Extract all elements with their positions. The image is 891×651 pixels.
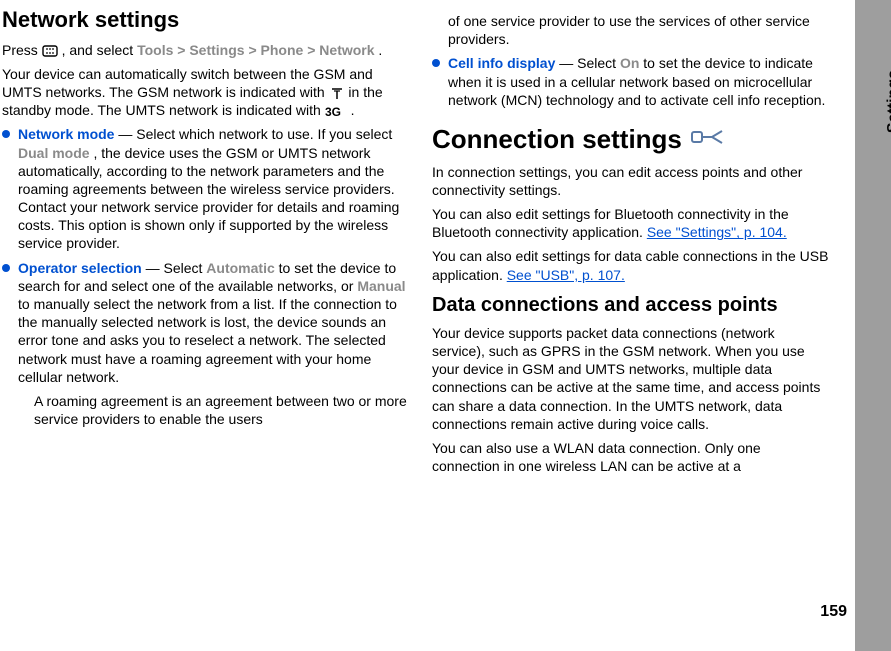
option-manual: Manual bbox=[357, 278, 405, 294]
text: . bbox=[351, 102, 355, 118]
breadcrumb-settings: Settings bbox=[189, 42, 244, 58]
menu-key-icon bbox=[42, 44, 58, 58]
right-column: of one service provider to use the servi… bbox=[420, 0, 840, 651]
packet-data-paragraph: Your device supports packet data connect… bbox=[432, 324, 830, 433]
gsm-umts-paragraph: Your device can automatically switch bet… bbox=[2, 65, 408, 120]
manual-page: Network settings Press , and select Tool… bbox=[0, 0, 891, 651]
connection-intro: In connection settings, you can edit acc… bbox=[432, 163, 830, 199]
bluetooth-paragraph: You can also edit settings for Bluetooth… bbox=[432, 205, 830, 241]
text: — Select which network to use. If you se… bbox=[118, 126, 392, 142]
option-dual-mode: Dual mode bbox=[18, 145, 90, 161]
bullet-network-mode: Network mode — Select which network to u… bbox=[2, 125, 408, 252]
text: — Select bbox=[146, 260, 207, 276]
text: , and select bbox=[62, 42, 138, 58]
navigation-path: Press , and select Tools > Settings > Ph… bbox=[2, 41, 408, 59]
network-settings-heading: Network settings bbox=[2, 6, 408, 35]
option-cell-info-display: Cell info display bbox=[448, 55, 555, 71]
usb-paragraph: You can also edit settings for data cabl… bbox=[432, 247, 830, 283]
bullet-operator-selection: Operator selection — Select Automatic to… bbox=[2, 259, 408, 435]
text: Press bbox=[2, 42, 42, 58]
link-usb-107[interactable]: See "USB", p. 107. bbox=[507, 267, 625, 283]
text: > bbox=[307, 42, 319, 58]
gsm-signal-icon bbox=[329, 86, 345, 100]
option-on: On bbox=[620, 55, 639, 71]
bullet-body: Network mode — Select which network to u… bbox=[18, 125, 408, 252]
left-column: Network settings Press , and select Tool… bbox=[0, 0, 420, 651]
option-automatic: Automatic bbox=[206, 260, 274, 276]
text: > bbox=[177, 42, 189, 58]
text: to manually select the network from a li… bbox=[18, 296, 397, 385]
wlan-paragraph: You can also use a WLAN data connection.… bbox=[432, 439, 830, 475]
text: — Select bbox=[559, 55, 620, 71]
data-connections-heading: Data connections and access points bbox=[432, 292, 830, 318]
breadcrumb-phone: Phone bbox=[261, 42, 304, 58]
sidebar-section-label: Settings bbox=[885, 70, 891, 133]
bullet-cell-info-display: Cell info display — Select On to set the… bbox=[432, 54, 830, 109]
breadcrumb-tools: Tools bbox=[137, 42, 173, 58]
connection-settings-heading: Connection settings bbox=[432, 123, 830, 157]
bullet-icon bbox=[432, 59, 440, 67]
text: Your device can automatically switch bet… bbox=[2, 66, 373, 100]
option-network-mode: Network mode bbox=[18, 126, 114, 142]
bullet-icon bbox=[2, 130, 10, 138]
roaming-paragraph: A roaming agreement is an agreement betw… bbox=[34, 392, 408, 428]
connection-icon bbox=[690, 123, 724, 157]
bullet-icon bbox=[2, 264, 10, 272]
umts-3g-icon: 3G bbox=[325, 104, 347, 118]
roaming-continued: of one service provider to use the servi… bbox=[448, 12, 830, 48]
text: . bbox=[378, 42, 382, 58]
bullet-body: Operator selection — Select Automatic to… bbox=[18, 259, 408, 435]
page-sidebar: Settings bbox=[855, 0, 891, 651]
page-number: 159 bbox=[820, 603, 847, 621]
text: You can also edit settings for data cabl… bbox=[432, 248, 828, 282]
breadcrumb-network: Network bbox=[319, 42, 374, 58]
heading-text: Connection settings bbox=[432, 123, 682, 157]
link-settings-104[interactable]: See "Settings", p. 104. bbox=[647, 224, 787, 240]
bullet-body: Cell info display — Select On to set the… bbox=[448, 54, 830, 109]
svg-text:3G: 3G bbox=[325, 105, 341, 118]
text: > bbox=[248, 42, 260, 58]
option-operator-selection: Operator selection bbox=[18, 260, 142, 276]
